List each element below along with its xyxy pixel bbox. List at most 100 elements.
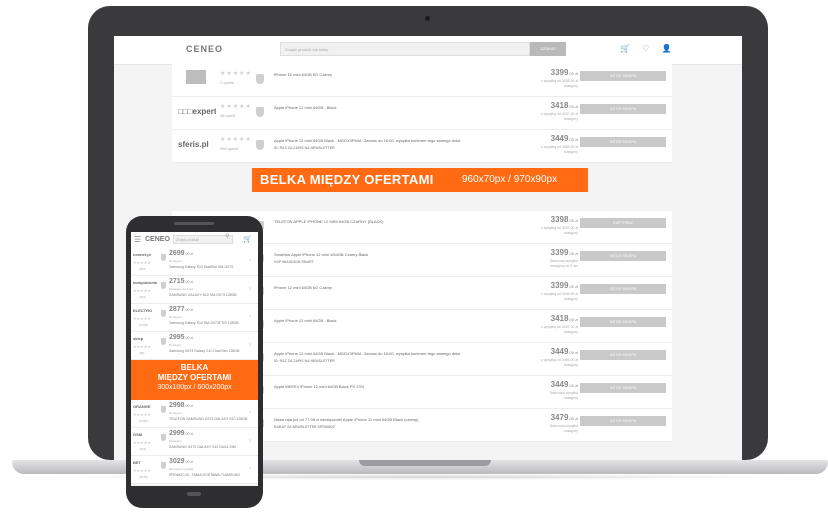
review-count: (461) [139,295,147,299]
mobile-header: ☰ CENEO Znajdz produkt ⚲ 🛒 [131,232,258,249]
shop-logo[interactable]: sferis.pl [178,140,216,152]
mobile-banner-title-line1: BELKA [180,363,209,372]
mobile-ad-banner[interactable]: BELKA MIĘDZY OFERTAMI 300x100px / 600x200p… [131,360,258,400]
desktop-ad-banner[interactable]: BELKA MIĘDZY OFERTAMI 960x70px / 970x90p… [252,168,588,192]
offer-product-name[interactable]: iPhone 12 mini 64GB 5G Czarny [274,285,524,290]
offer-product-name[interactable]: TELEFON SAMSUNG G973 GALAXY S10 128GB [169,417,249,421]
price-main: 3449 [550,347,569,356]
price-cents: ,00 zł [568,218,578,223]
mobile-banner-size: 300x100px / 600x200px [157,384,232,391]
shop-logo[interactable]: BET [133,460,157,465]
rating-stars: ★★★★★ [220,104,252,110]
mobile-offer-row[interactable]: ORANGE ★★★★★ (2765) 2998,00 zł Dostępny TELEF… [131,400,258,428]
offer-product-name[interactable]: iPhone 12 mini 64GB 5G Czarny [274,72,524,77]
mobile-offer-row[interactable]: neonet.pl ★★★★★ (956) 2699,00 zł Dostępny Sam… [131,248,258,276]
chevron-right-icon[interactable]: › [249,286,251,292]
chevron-right-icon[interactable]: › [249,258,251,264]
desktop-search-input[interactable]: Znajdz produkt lub sklep [280,42,530,56]
shipping-line: dostępny [563,297,578,301]
shop-logo[interactable]: □□□expert [178,107,216,119]
chevron-right-icon[interactable]: › [249,314,251,320]
offer-product-name[interactable]: Samsung G973 Galaxy S10 Dual Sim 128GB [169,349,249,353]
shop-logo[interactable]: komputronik [133,280,157,285]
go-to-shop-button[interactable]: IDŹ DO SKLEPU [580,251,666,261]
offer-product-name[interactable]: Samsung Galaxy S10 DualSim SM-G973 [169,265,249,269]
review-count[interactable]: 2 opinie [220,80,234,85]
offer-product-name[interactable]: Samsung Galaxy S10 SM-G973F DS 128GB [169,321,249,325]
offer-price: 3449,00 zł [522,134,578,143]
desktop-logo[interactable]: CENEO [186,44,223,54]
review-count: (28) [139,351,145,355]
go-to-shop-button[interactable]: IDŹ DO SKLEPU [580,350,666,360]
offer-product-name[interactable]: Apple iPhone 12 mini 64GB - Black [274,105,524,110]
offer-product-name[interactable]: SAMSUNG G973 GALAXY S10 DUAL SIM [169,445,249,449]
offer-product-name[interactable]: Apple MKEE4 iPhone 12 mini 64GB Black PV… [274,384,524,389]
search-icon[interactable]: ⚲ [225,233,229,240]
shipping-info: Darmowa wysyłka dostępny [514,424,578,434]
go-to-shop-button[interactable]: IDŹ DO SKLEPU [580,104,666,114]
availability: Dostępny [169,411,182,415]
mobile-logo[interactable]: CENEO [145,236,170,243]
offer-product-name[interactable]: Apple iPhone 12 mini 64GB Black - MGDX3P… [274,138,524,143]
chevron-right-icon[interactable]: › [249,342,251,348]
mobile-offer-row[interactable]: BET ★★★★★ (2076) 3029,00 zł Darmowa wysyłka P… [131,456,258,484]
review-count[interactable]: 48 opinii [220,113,235,118]
offer-product-name[interactable]: Apple iPhone 12 mini 64GB - Black [274,318,524,323]
offer-product-name[interactable]: Apple iPhone 12 mini 64GB Black - MGDX3P… [274,351,524,356]
price-main: 3449 [550,134,569,143]
go-to-shop-button[interactable]: IDŹ DO SKLEPU [580,137,666,147]
price-main: 2699 [169,250,185,257]
shop-logo[interactable]: ELECTRO [133,308,157,313]
offer-product-name[interactable]: Niska rata już od 77,98 zł miesięcznie! … [274,417,524,422]
offer-product-name[interactable]: PROMOCJA - TANIA DOSTAWA / SAMSUNG [169,473,249,477]
shipping-line: dostępny [563,330,578,334]
availability: Dostępny [169,343,182,347]
laptop-notch [359,460,491,466]
offer-price: 3449,00 zł [522,380,578,389]
shipping-info: z wysyłką od 3407,00 zł dostępny [514,226,578,236]
shipping-line: dostępny [563,150,578,154]
go-to-shop-button[interactable]: KUP TERAZ [580,218,666,228]
go-to-shop-button[interactable]: IDŹ DO SKLEPU [580,71,666,81]
offer-product-name[interactable]: SAMSUNG GALAXY S10 SM-G973 128GB [169,293,249,297]
offer-price: 2877,00 zł [169,306,193,313]
offer-price: 3399,00 zł [522,68,578,77]
review-count[interactable]: 264 opinie [220,146,238,151]
shipping-info: z wysyłką od 3437,00 zł dostępny [514,112,578,122]
shipping-line: dostępny [563,84,578,88]
hamburger-menu-icon[interactable]: ☰ [134,235,141,244]
trusted-shield-icon [161,434,166,441]
trusted-shield-icon [161,310,166,317]
chevron-right-icon[interactable]: › [249,466,251,472]
shop-logo[interactable]: sklep [133,336,157,341]
mobile-offer-row[interactable]: GSM ★★★★★ (393) 2999,00 zł Dostępny SAMSUNG G… [131,428,258,456]
offer-product-name[interactable]: Smartfon Apple iPhone 12 mini 4/64GB Cza… [274,252,524,257]
shop-logo[interactable]: neonet.pl [133,252,157,257]
shipping-info: z wysyłką od 3408,99 zł dostępny [514,79,578,89]
desktop-banner-title: BELKA MIĘDZY OFERTAMI [260,172,434,187]
go-to-shop-button[interactable]: IDŹ DO SKLEPU [580,383,666,393]
cart-icon[interactable]: 🛒 [243,235,252,243]
review-count: (956) [139,267,147,271]
desktop-search-button[interactable]: SZUKAJ [530,42,566,56]
trusted-shield-icon [161,338,166,345]
go-to-shop-button[interactable]: IDŹ DO SKLEPU [580,416,666,426]
go-to-shop-button[interactable]: IDŹ DO SKLEPU [580,317,666,327]
mobile-search-input[interactable]: Znajdz produkt [173,235,233,244]
mobile-offer-row[interactable]: sklep ★★★★★ (28) 2995,00 zł Dostępny Samsung … [131,332,258,360]
offer-product-name[interactable]: TELEFON APPLE IPHONE 12 MINI 64GB CZARNY… [274,219,524,224]
desktop-header-icons[interactable]: 🛒 ♡ 👤 [620,44,677,53]
offer-promo-note: RABAT ZA NEWSLETTER SPRAWDŹ [274,425,336,429]
mobile-screen: ☰ CENEO Znajdz produkt ⚲ 🛒 neonet.pl ★★★★… [131,232,258,486]
shop-logo[interactable] [186,70,206,84]
mobile-offer-row[interactable]: komputronik ★★★★★ (461) 2715,00 zł Dostępny … [131,276,258,304]
chevron-right-icon[interactable]: › [249,410,251,416]
shop-logo[interactable]: ORANGE [133,404,157,409]
phone-home-button[interactable] [187,492,201,496]
offer-price: 3398,00 zł [522,215,578,224]
offer-row: □□□expert ★★★★★ 48 opinii Apple iPhone 12 m… [172,97,672,130]
shop-logo[interactable]: GSM [133,432,157,437]
chevron-right-icon[interactable]: › [249,438,251,444]
go-to-shop-button[interactable]: IDŹ DO SKLEPU [580,284,666,294]
mobile-offer-row[interactable]: ELECTRO ★★★★★ (1708) 2877,00 zł Dostępny Sams… [131,304,258,332]
